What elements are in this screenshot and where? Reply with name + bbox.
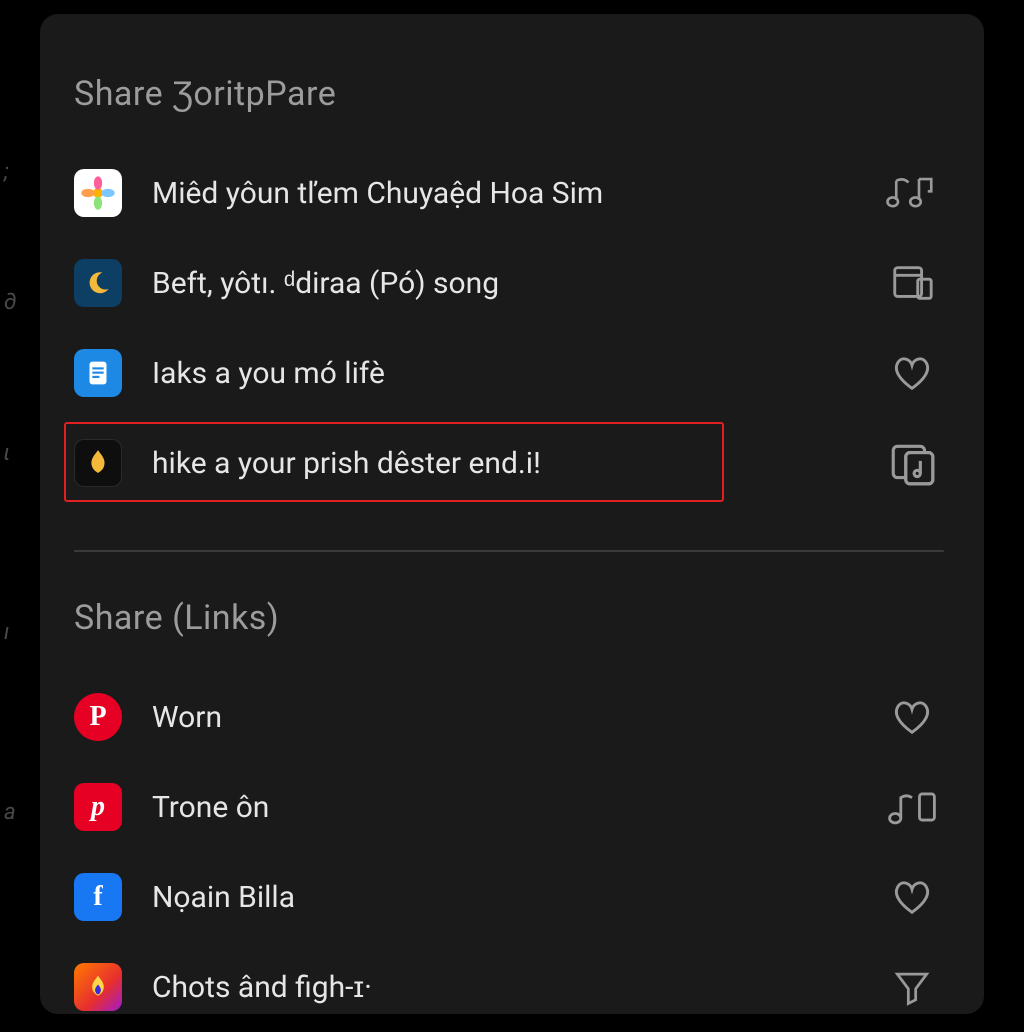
share-row[interactable]: Chots ând figh-ɪ· <box>74 942 944 1032</box>
heart-icon[interactable] <box>884 345 940 401</box>
edge-mark: ı <box>4 620 9 645</box>
section-title-links: Share (Links) <box>74 598 944 638</box>
section-divider <box>74 550 944 552</box>
share-row-label: Trone ôn <box>152 790 269 825</box>
music-square-icon[interactable] <box>884 435 940 491</box>
funnel-icon[interactable] <box>884 959 940 1015</box>
edge-mark: ; <box>4 160 9 185</box>
edge-mark: a <box>4 800 16 825</box>
pinterest-round-icon: P <box>74 693 122 741</box>
heart-icon[interactable] <box>884 869 940 925</box>
share-row-highlighted[interactable]: hike a your prish dêster end.i! <box>74 418 944 508</box>
edge-mark: ɩ <box>4 440 9 466</box>
share-row-label: Nọain Billa <box>152 880 295 915</box>
facebook-icon: f <box>74 873 122 921</box>
share-row[interactable]: p Trone ôn <box>74 762 944 852</box>
share-row[interactable]: Iaks a you mó lifè <box>74 328 944 418</box>
flower-app-icon <box>74 169 122 217</box>
share-row-label: Iaks a you mó lifè <box>152 356 385 391</box>
doc-app-icon <box>74 349 122 397</box>
share-row[interactable]: f Nọain Billa <box>74 852 944 942</box>
share-links-list: P Worn p Trone ôn f <box>74 672 944 1032</box>
share-row-label: Worn <box>152 700 222 735</box>
pinterest-icon: p <box>74 783 122 831</box>
heart-icon[interactable] <box>884 689 940 745</box>
share-row-label: Miêd yôun tľem Chuyaệd Hoa Sim <box>152 176 603 211</box>
section-title-apps: Share ƷoritpPare <box>74 74 944 114</box>
share-row-label: Chots ând figh-ɪ· <box>152 970 372 1005</box>
moon-app-icon <box>74 259 122 307</box>
share-row[interactable]: P Worn <box>74 672 944 762</box>
music-note-icon[interactable] <box>884 165 940 221</box>
share-apps-list: Miêd yôun tľem Chuyaệd Hoa Sim Be <box>74 148 944 508</box>
share-row[interactable]: Beft, yôtı. ᵈdiraa (Pó) song <box>74 238 944 328</box>
share-row[interactable]: Miêd yôun tľem Chuyaệd Hoa Sim <box>74 148 944 238</box>
flame-app-icon <box>74 439 122 487</box>
fire-gradient-icon <box>74 963 122 1011</box>
music-note-icon[interactable] <box>884 779 940 835</box>
share-row-label: Beft, yôtı. ᵈdiraa (Pó) song <box>152 266 499 301</box>
share-row-label: hike a your prish dêster end.i! <box>152 446 541 481</box>
edge-mark: ∂ <box>4 290 16 315</box>
share-panel: Share ƷoritpPare Miêd yôun tľem Chuyaệd … <box>40 14 984 1014</box>
window-icon[interactable] <box>884 255 940 311</box>
